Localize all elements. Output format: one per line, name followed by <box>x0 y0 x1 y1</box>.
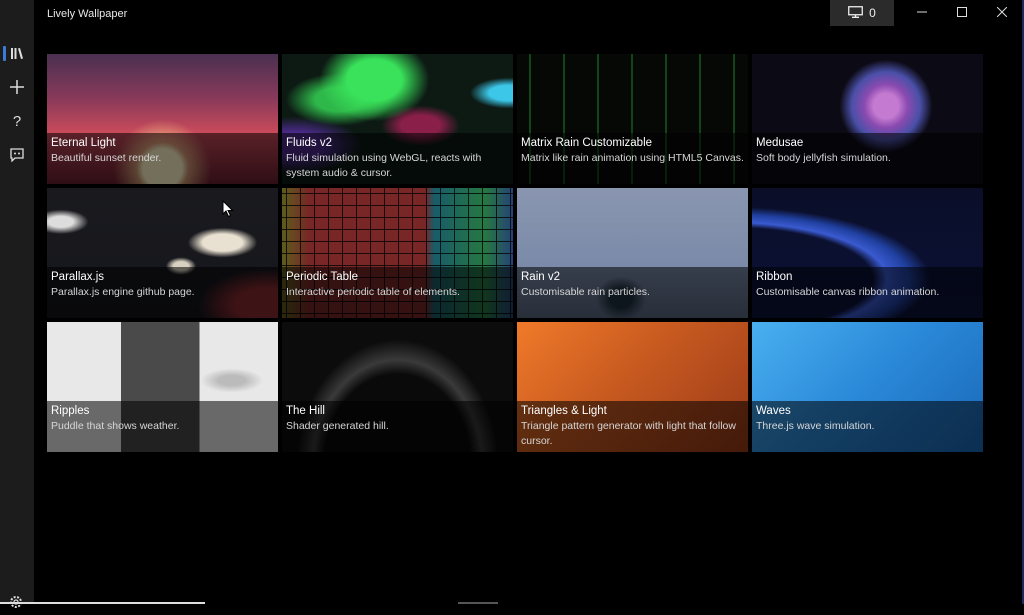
wallpaper-tile[interactable]: Fluids v2 Fluid simulation using WebGL, r… <box>282 54 513 184</box>
wallpaper-description: Customisable rain particles. <box>521 286 650 298</box>
wallpaper-tile[interactable]: The Hill Shader generated hill. <box>282 322 513 452</box>
wallpaper-description: Puddle that shows weather. <box>51 420 180 432</box>
maximize-icon <box>957 4 967 22</box>
wallpaper-tile[interactable]: Ribbon Customisable canvas ribbon animati… <box>752 188 983 318</box>
wallpaper-description: Fluid simulation using WebGL, reacts wit… <box>286 152 482 179</box>
plus-icon <box>10 80 24 94</box>
wallpaper-description: Parallax.js engine github page. <box>51 286 195 298</box>
wallpaper-description: Shader generated hill. <box>286 420 389 432</box>
monitor-icon <box>848 5 864 21</box>
wallpaper-tile[interactable]: Eternal Light Beautiful sunset render. <box>47 54 278 184</box>
wallpaper-title: Medusae <box>756 137 804 149</box>
wallpaper-caption: Medusae Soft body jellyfish simulation. <box>752 133 983 184</box>
wallpaper-caption: Matrix Rain Customizable Matrix like rain… <box>517 133 748 184</box>
feedback-icon <box>10 148 24 162</box>
wallpaper-caption: Fluids v2 Fluid simulation using WebGL, r… <box>282 133 513 184</box>
wallpaper-caption: Parallax.js Parallax.js engine github pag… <box>47 267 278 318</box>
wallpaper-description: Soft body jellyfish simulation. <box>756 152 891 164</box>
wallpaper-title: Parallax.js <box>51 271 105 283</box>
nav-library[interactable] <box>0 38 34 68</box>
wallpaper-tile[interactable]: Rain v2 Customisable rain particles. <box>517 188 748 318</box>
wallpaper-tile[interactable]: Medusae Soft body jellyfish simulation. <box>752 54 983 184</box>
maximize-button[interactable] <box>942 0 982 26</box>
wallpaper-tile[interactable]: Parallax.js Parallax.js engine github pag… <box>47 188 278 318</box>
wallpaper-caption: Ribbon Customisable canvas ribbon animati… <box>752 267 983 318</box>
wallpaper-caption: Triangles & Light Triangle pattern genera… <box>517 401 748 452</box>
wallpaper-caption: Periodic Table Interactive periodic table… <box>282 267 513 318</box>
close-button[interactable] <box>982 0 1022 26</box>
wallpaper-title: Ribbon <box>756 271 793 283</box>
nav-add-wallpaper[interactable] <box>0 72 34 102</box>
wallpaper-library-grid: Eternal Light Beautiful sunset render. Flu… <box>47 54 985 452</box>
wallpaper-caption: Eternal Light Beautiful sunset render. <box>47 133 278 184</box>
library-icon <box>10 47 24 60</box>
title-bar: Lively Wallpaper 0 <box>34 0 1010 28</box>
wallpaper-title: Fluids v2 <box>286 137 333 149</box>
sidebar: ? <box>0 0 34 608</box>
wallpaper-description: Three.js wave simulation. <box>756 420 875 432</box>
wallpaper-title: Periodic Table <box>286 271 359 283</box>
monitor-count: 0 <box>869 6 876 20</box>
wallpaper-description: Customisable canvas ribbon animation. <box>756 286 940 298</box>
help-icon: ? <box>12 112 22 130</box>
wallpaper-title: Ripples <box>51 405 90 417</box>
wallpaper-caption: Rain v2 Customisable rain particles. <box>517 267 748 318</box>
wallpaper-title: Triangles & Light <box>521 405 607 417</box>
mouse-cursor-icon <box>222 199 234 223</box>
minimize-button[interactable] <box>902 0 942 26</box>
close-icon <box>996 4 1008 22</box>
minimize-icon <box>917 4 927 22</box>
wallpaper-tile[interactable]: Triangles & Light Triangle pattern genera… <box>517 322 748 452</box>
wallpaper-title: Rain v2 <box>521 271 560 283</box>
wallpaper-tile[interactable]: Periodic Table Interactive periodic table… <box>282 188 513 318</box>
wallpaper-caption: Ripples Puddle that shows weather. <box>47 401 278 452</box>
wallpaper-description: Triangle pattern generator with light th… <box>521 420 736 447</box>
monitor-select-button[interactable]: 0 <box>830 0 894 26</box>
wallpaper-caption: The Hill Shader generated hill. <box>282 401 513 452</box>
wallpaper-title: The Hill <box>286 405 325 417</box>
wallpaper-description: Beautiful sunset render. <box>51 152 162 164</box>
app-title: Lively Wallpaper <box>47 8 128 20</box>
wallpaper-title: Matrix Rain Customizable <box>521 137 653 149</box>
nav-help[interactable]: ? <box>0 106 34 136</box>
wallpaper-tile[interactable]: Matrix Rain Customizable Matrix like rain… <box>517 54 748 184</box>
nav-feedback[interactable] <box>0 140 34 170</box>
wallpaper-caption: Waves Three.js wave simulation. <box>752 401 983 452</box>
wallpaper-tile[interactable]: Ripples Puddle that shows weather. <box>47 322 278 452</box>
wallpaper-title: Eternal Light <box>51 137 116 149</box>
wallpaper-description: Matrix like rain animation using HTML5 C… <box>521 152 744 164</box>
wallpaper-description: Interactive periodic table of elements. <box>286 286 460 298</box>
wallpaper-title: Waves <box>756 405 791 417</box>
wallpaper-tile[interactable]: Waves Three.js wave simulation. <box>752 322 983 452</box>
